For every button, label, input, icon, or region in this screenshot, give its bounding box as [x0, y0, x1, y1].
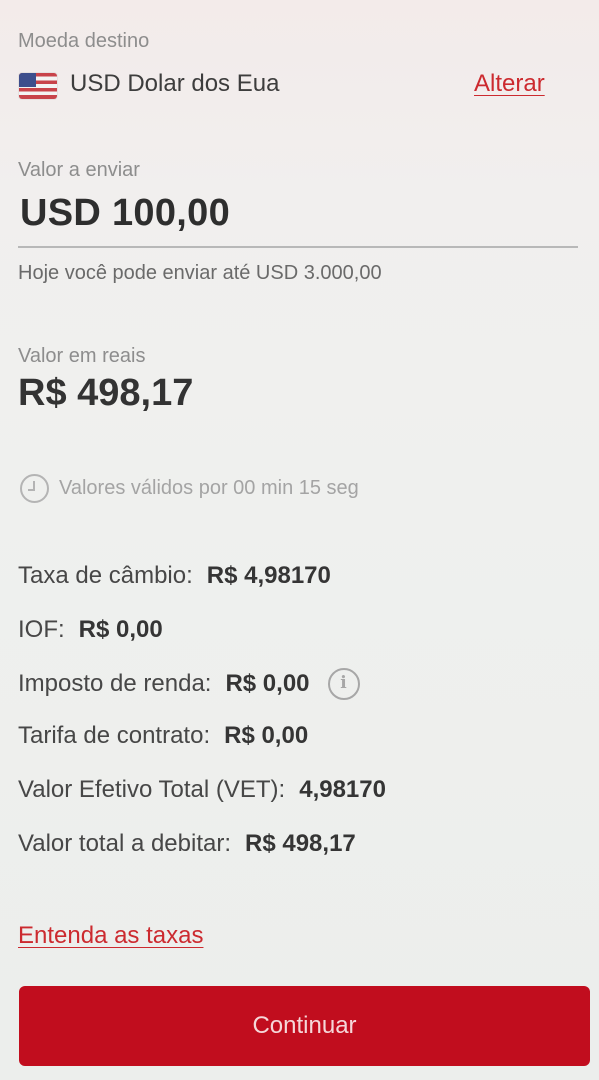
detail-row-income-tax: Imposto de renda: R$ 0,00 i: [18, 668, 360, 700]
change-currency-link[interactable]: Alterar: [474, 70, 545, 98]
us-flag-icon: [19, 73, 57, 99]
detail-value: R$ 0,00: [224, 722, 309, 749]
send-amount-underline: [18, 246, 578, 248]
understand-taxes-link[interactable]: Entenda as taxas: [18, 922, 203, 950]
detail-value: R$ 0,00: [225, 670, 310, 697]
reais-value: R$ 498,17: [18, 372, 194, 414]
send-amount-input[interactable]: USD 100,00: [20, 192, 230, 235]
continue-button[interactable]: Continuar: [19, 986, 590, 1066]
validity-text: Valores válidos por 00 min 15 seg: [59, 477, 359, 499]
validity-notice: Valores válidos por 00 min 15 seg: [20, 474, 359, 503]
detail-label: IOF:: [18, 616, 65, 643]
detail-row-vet: Valor Efetivo Total (VET): 4,98170: [18, 776, 386, 804]
detail-value: R$ 498,17: [245, 830, 356, 857]
detail-row-exchange-rate: Taxa de câmbio: R$ 4,98170: [18, 562, 331, 590]
clock-icon: [20, 474, 49, 503]
detail-label: Imposto de renda:: [18, 670, 212, 697]
detail-row-total-debit: Valor total a debitar: R$ 498,17: [18, 830, 356, 858]
detail-row-iof: IOF: R$ 0,00: [18, 616, 163, 644]
info-icon[interactable]: i: [327, 668, 360, 700]
detail-label: Taxa de câmbio:: [18, 562, 193, 589]
detail-value: R$ 0,00: [78, 616, 163, 643]
reais-value-label: Valor em reais: [18, 345, 146, 367]
destination-currency-name: USD Dolar dos Eua: [70, 70, 280, 97]
send-limit-text: Hoje você pode enviar até USD 3.000,00: [18, 262, 382, 284]
detail-value: 4,98170: [299, 776, 386, 803]
destination-currency-label: Moeda destino: [18, 30, 150, 52]
detail-label: Tarifa de contrato:: [18, 722, 211, 749]
detail-label: Valor total a debitar:: [18, 830, 232, 857]
send-amount-label: Valor a enviar: [18, 159, 140, 181]
detail-value: R$ 4,98170: [206, 562, 331, 589]
detail-label: Valor Efetivo Total (VET):: [18, 776, 286, 803]
detail-row-contract-fee: Tarifa de contrato: R$ 0,00: [18, 722, 308, 750]
